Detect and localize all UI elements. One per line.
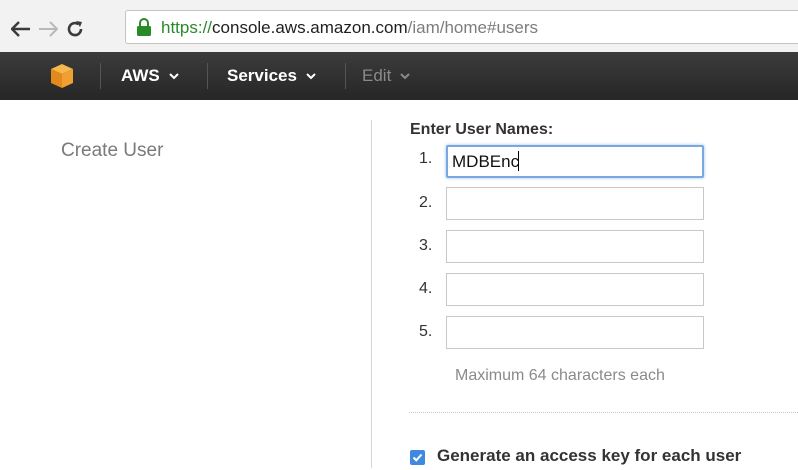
url-path: /iam/home#users bbox=[407, 18, 539, 37]
reload-icon[interactable] bbox=[64, 18, 86, 40]
lock-icon bbox=[136, 17, 152, 37]
row-number: 5. bbox=[419, 323, 433, 340]
forward-arrow-icon[interactable] bbox=[37, 18, 59, 40]
row-number: 3. bbox=[419, 237, 433, 254]
max-length-hint: Maximum 64 characters each bbox=[455, 367, 665, 384]
nav-edit-menu: Edit bbox=[362, 66, 411, 86]
url-host: console.aws.amazon.com bbox=[212, 18, 408, 37]
chevron-down-icon bbox=[306, 73, 316, 80]
user-name-input-5[interactable] bbox=[446, 316, 704, 349]
nav-edit-label: Edit bbox=[362, 66, 392, 85]
nav-separator bbox=[100, 63, 101, 89]
browser-toolbar: https://console.aws.amazon.com/iam/home#… bbox=[0, 0, 798, 52]
vertical-divider bbox=[371, 120, 372, 468]
form-heading: Enter User Names: bbox=[410, 121, 554, 138]
chevron-down-icon bbox=[169, 73, 179, 80]
row-number: 1. bbox=[419, 150, 433, 167]
nav-aws-label: AWS bbox=[121, 66, 160, 85]
aws-console-nav: AWS Services Edit bbox=[0, 52, 798, 100]
user-name-input-1[interactable] bbox=[446, 145, 704, 178]
user-name-input-2[interactable] bbox=[446, 187, 704, 220]
back-arrow-icon[interactable] bbox=[10, 18, 32, 40]
user-name-input-3[interactable] bbox=[446, 230, 704, 263]
text-cursor bbox=[518, 151, 519, 171]
url-scheme: https:// bbox=[161, 18, 213, 37]
user-name-input-4[interactable] bbox=[446, 273, 704, 306]
row-number: 4. bbox=[419, 280, 433, 297]
nav-services-label: Services bbox=[227, 66, 297, 85]
section-divider bbox=[409, 412, 798, 413]
nav-separator bbox=[345, 63, 346, 89]
access-key-checkbox[interactable] bbox=[410, 450, 425, 465]
row-number: 2. bbox=[419, 194, 433, 211]
checkmark-icon bbox=[412, 453, 423, 462]
aws-cube-icon[interactable] bbox=[50, 63, 74, 89]
address-bar[interactable]: https://console.aws.amazon.com/iam/home#… bbox=[125, 10, 798, 44]
nav-separator bbox=[207, 63, 208, 89]
url-text: https://console.aws.amazon.com/iam/home#… bbox=[161, 18, 538, 38]
nav-aws-menu[interactable]: AWS bbox=[121, 66, 179, 86]
access-key-checkbox-label[interactable]: Generate an access key for each user bbox=[437, 446, 741, 466]
nav-services-menu[interactable]: Services bbox=[227, 66, 316, 86]
chevron-down-icon bbox=[400, 73, 411, 80]
sidebar-title: Create User bbox=[61, 140, 164, 161]
